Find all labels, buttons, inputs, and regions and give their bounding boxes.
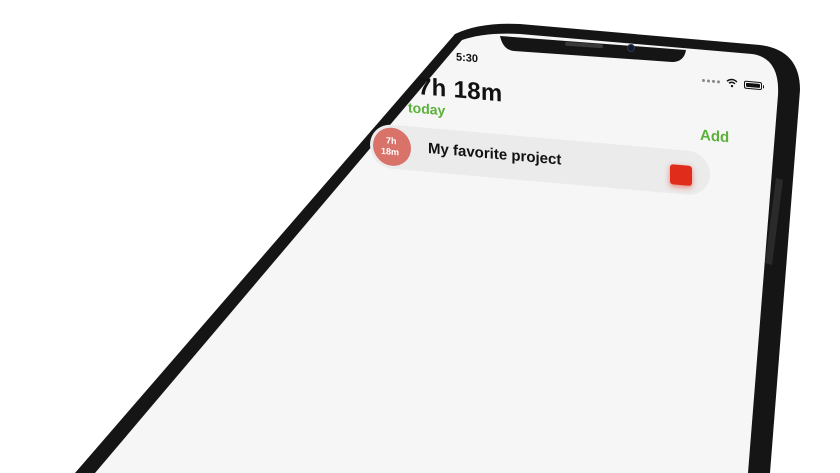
stop-icon[interactable] bbox=[670, 164, 692, 187]
front-camera bbox=[627, 44, 635, 52]
add-button[interactable]: Add bbox=[700, 127, 729, 147]
period-label: today bbox=[408, 99, 446, 119]
status-icons bbox=[702, 76, 762, 90]
badge-hours: 7h bbox=[386, 135, 397, 147]
signal-dots-icon bbox=[702, 78, 720, 84]
wifi-icon bbox=[726, 78, 738, 88]
project-row[interactable]: 7h 18m My favorite project bbox=[370, 122, 710, 197]
phone-mockup: 5:30 7h 18m today Add 7h 18m My favorite… bbox=[0, 0, 840, 473]
time-badge: 7h 18m bbox=[373, 126, 411, 168]
badge-minutes: 18m bbox=[381, 145, 400, 158]
project-name: My favorite project bbox=[428, 139, 562, 169]
status-time: 5:30 bbox=[456, 51, 479, 66]
battery-icon bbox=[744, 80, 762, 90]
